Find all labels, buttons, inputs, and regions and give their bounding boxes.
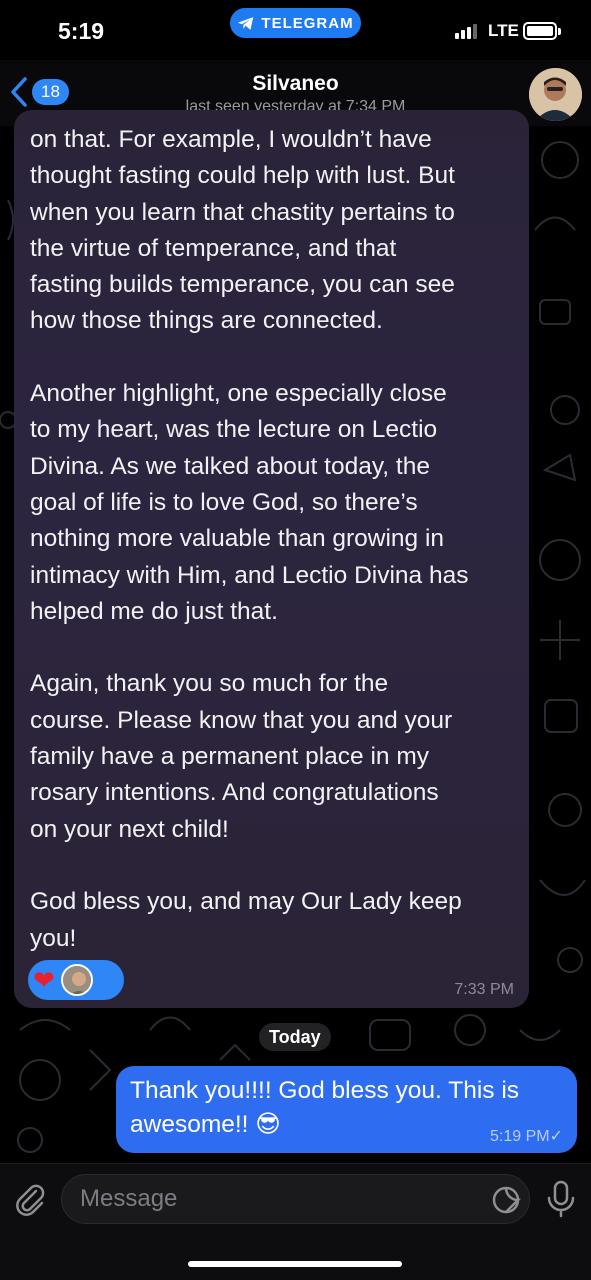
telegram-pill-label: TELEGRAM (261, 14, 354, 32)
incoming-message-text: on that. For example, I wouldn’t have th… (30, 126, 469, 952)
incoming-message-bubble[interactable]: on that. For example, I wouldn’t have th… (14, 110, 529, 1008)
reaction-chip[interactable]: ❤ (28, 960, 124, 1000)
outgoing-message-bubble[interactable]: Thank you!!!! God bless you. This is awe… (116, 1066, 577, 1153)
status-time: 5:19 (58, 18, 105, 44)
heart-reaction-icon: ❤ (33, 965, 55, 995)
signal-icon (455, 24, 477, 39)
date-separator: Today (259, 1023, 331, 1051)
network-type: LTE (488, 21, 519, 40)
incoming-message-time: 7:33 PM (454, 981, 514, 998)
home-indicator (188, 1261, 402, 1267)
telegram-return-pill[interactable]: TELEGRAM (230, 8, 361, 38)
paperclip-icon[interactable] (12, 1181, 48, 1217)
contact-avatar[interactable] (529, 68, 582, 121)
telegram-plane-icon (238, 16, 254, 30)
reactor-avatar (60, 964, 93, 996)
status-bar: 5:19 TELEGRAM LTE (0, 0, 591, 60)
microphone-icon[interactable] (546, 1180, 576, 1218)
chat-title[interactable]: Silvaneo (0, 72, 591, 96)
message-input[interactable] (61, 1174, 530, 1224)
battery-icon (523, 22, 561, 40)
sticker-icon[interactable] (491, 1185, 521, 1215)
outgoing-message-time: 5:19 PM✓ (490, 1128, 563, 1145)
